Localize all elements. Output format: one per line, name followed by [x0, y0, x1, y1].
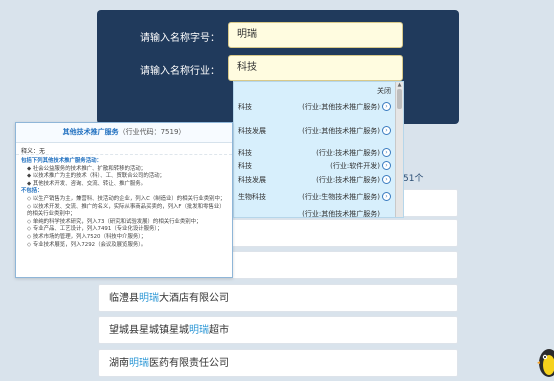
dropdown-item[interactable]: (行业:其他技术推广服务): [234, 209, 392, 218]
industry-info-popup: 其他技术推广服务（行业代码：7519） 释义：无 包括下列其他技术推广服务活动：…: [15, 122, 233, 278]
dropdown-item-name: 科技发展: [238, 127, 266, 135]
scrollbar-thumb[interactable]: [397, 89, 402, 109]
exclude-item: ◇ 技术市场的管理，列入7520（科技中介服务）；: [27, 233, 147, 240]
exclude-item: ◇ 以技术开发、交流、推广的名义，实际从事商品买卖的，列入F（批发和零售业）的相…: [27, 203, 225, 218]
dropdown-item-category: (行业:软件开发): [330, 162, 380, 170]
dropdown-item-name: 生物科技: [238, 193, 266, 201]
result-prefix: 望城县星城镇星城: [109, 325, 189, 336]
result-suffix: 超市: [209, 325, 229, 336]
result-prefix: 临澧县: [109, 293, 139, 304]
result-prefix: 湖南: [109, 358, 129, 369]
dropdown-item-name: 科技: [238, 149, 252, 157]
exclude-heading: 不包括：: [21, 188, 43, 195]
dropdown-item[interactable]: 科技发展 (行业:其他技术推广服务) ›: [234, 126, 392, 140]
chevron-right-icon[interactable]: ›: [382, 175, 391, 184]
name-input[interactable]: 明瑞: [228, 22, 403, 48]
mascot-icon: [537, 349, 554, 377]
dropdown-item-category: (行业:其他技术推广服务): [302, 103, 380, 111]
include-item: ◆ 以技术推广为主的技术（科）、工、贸联合公司的活动；: [27, 173, 165, 180]
popup-code: （行业代码：7519）: [118, 128, 186, 136]
scroll-up-icon[interactable]: ▲: [396, 82, 403, 88]
dropdown-scrollbar[interactable]: ▲: [395, 82, 403, 217]
include-item: ◆ 其他技术开发、咨询、交流、转让、推广服务。: [27, 180, 147, 187]
chevron-right-icon[interactable]: ›: [382, 102, 391, 111]
popup-body: 包括下列其他技术推广服务活动： ◆ 社会公益服务的技术推广、扩散和转移的活动； …: [16, 155, 232, 252]
dropdown-item-category: (行业:其他技术推广服务): [302, 210, 380, 218]
chevron-right-icon[interactable]: ›: [382, 126, 391, 135]
include-heading: 包括下列其他技术推广服务活动：: [21, 158, 102, 164]
popup-alias: 释义：无: [16, 143, 232, 155]
result-item-6[interactable]: 湖南明瑞医药有限责任公司: [98, 349, 458, 377]
dropdown-item[interactable]: 科技 (行业:其他技术推广服务) ›: [234, 102, 392, 116]
dropdown-item-category: (行业:技术推广服务): [316, 176, 380, 184]
dropdown-item-name: 科技: [238, 103, 252, 111]
dropdown-item-name: 科技发展: [238, 176, 266, 184]
exclude-item: ◇ 专业产品、工艺设计，列入7491（专业化设计服务）；: [27, 226, 163, 233]
dropdown-item-category: (行业:生物技术推广服务): [302, 193, 380, 201]
result-highlight: 明瑞: [189, 325, 209, 336]
result-item-5[interactable]: 望城县星城镇星城明瑞超市: [98, 316, 458, 344]
industry-label: 请输入名称行业：: [140, 66, 220, 77]
name-label: 请输入名称字号：: [140, 33, 220, 44]
dropdown-item-category: (行业:其他技术推广服务): [302, 127, 380, 135]
result-item-4[interactable]: 临澧县明瑞大酒店有限公司: [98, 284, 458, 312]
dropdown-item-name: 科技: [238, 162, 252, 170]
dropdown-close-button[interactable]: 关闭: [377, 86, 391, 96]
result-suffix: 医药有限责任公司: [149, 358, 229, 369]
dropdown-item[interactable]: 科技发展 (行业:技术推广服务) ›: [234, 175, 392, 189]
industry-suggestion-dropdown: 关闭 科技 (行业:其他技术推广服务) › 科技发展 (行业:其他技术推广服务)…: [233, 81, 404, 218]
exclude-item: ◇ 专业技术展览，列入7292（会议及展览服务）。: [27, 241, 147, 248]
exclude-item: ◇ 以生产销售为主，兼营科、技活动的企业，列入C（制造业）的相关行业类别中；: [27, 195, 226, 202]
dropdown-item-category: (行业:技术推广服务): [316, 149, 380, 157]
result-highlight: 明瑞: [139, 293, 159, 304]
chevron-right-icon[interactable]: ›: [382, 161, 391, 170]
popup-header: 其他技术推广服务（行业代码：7519）: [16, 123, 232, 143]
popup-title: 其他技术推广服务: [62, 128, 119, 136]
dropdown-item[interactable]: 科技 (行业:技术推广服务) ›: [234, 148, 392, 162]
dropdown-item[interactable]: 科技 (行业:软件开发) ›: [234, 161, 392, 175]
chevron-right-icon[interactable]: ›: [382, 192, 391, 201]
result-highlight: 明瑞: [129, 358, 149, 369]
chevron-right-icon[interactable]: ›: [382, 148, 391, 157]
result-suffix: 大酒店有限公司: [159, 293, 229, 304]
industry-input[interactable]: 科技: [228, 55, 403, 81]
dropdown-item[interactable]: 生物科技 (行业:生物技术推广服务) ›: [234, 192, 392, 206]
